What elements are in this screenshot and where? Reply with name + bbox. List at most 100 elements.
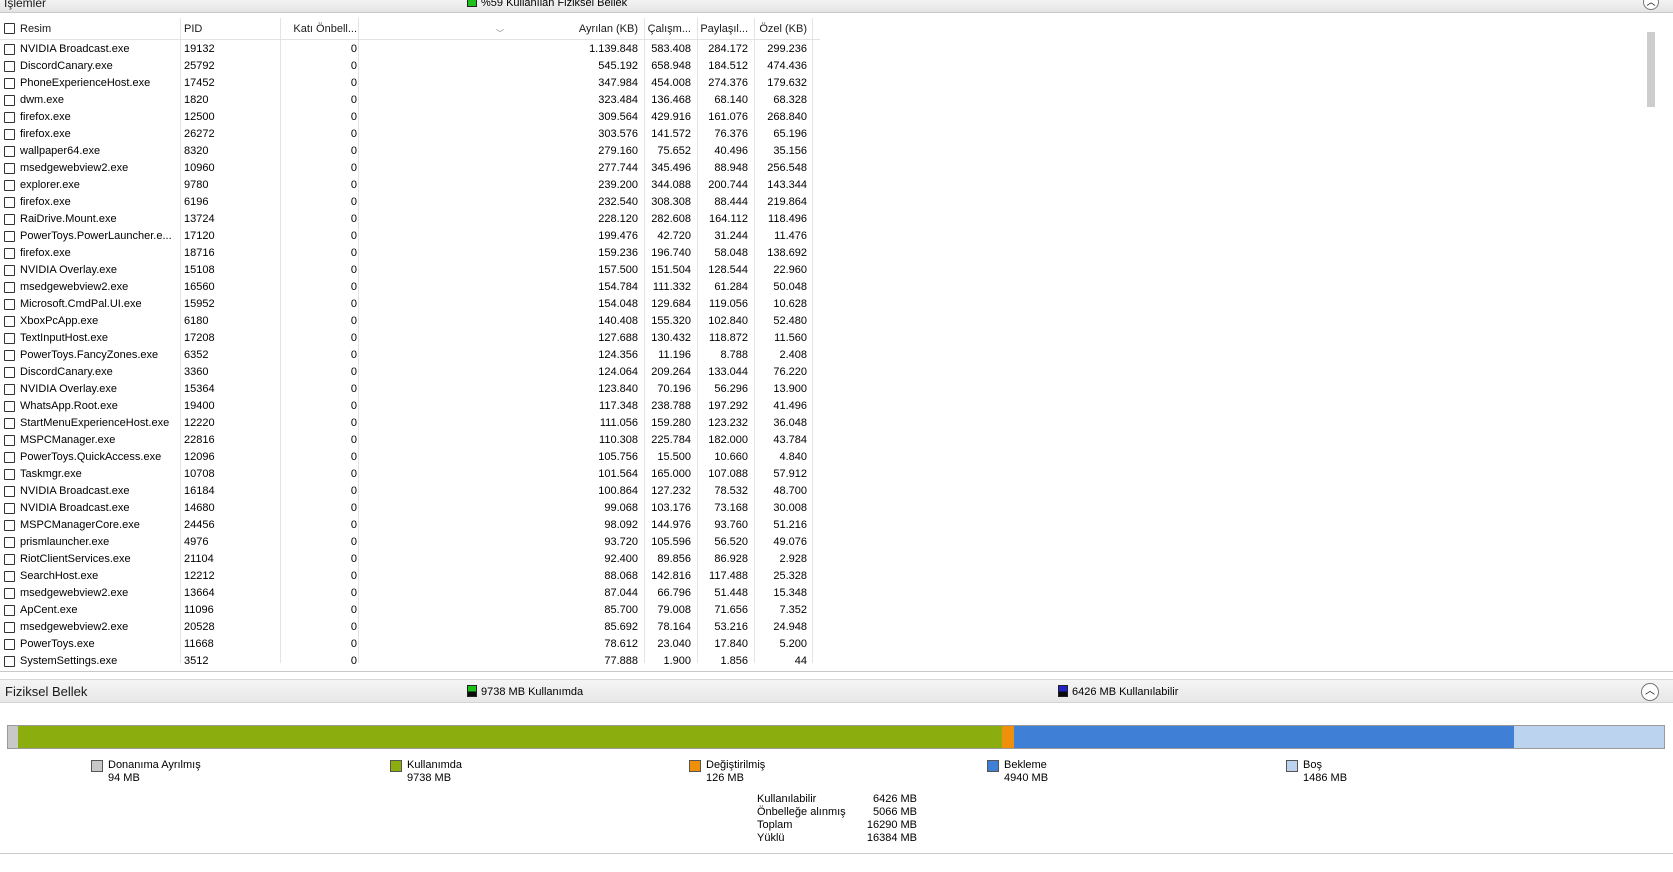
table-row[interactable]: firefox.exe 18716 0 159.236 196.740 58.048 138…: [0, 245, 820, 262]
table-row[interactable]: PowerToys.PowerLauncher.e... 17120 0 199.47…: [0, 228, 820, 245]
row-checkbox[interactable]: [4, 452, 15, 463]
table-row[interactable]: DiscordCanary.exe 3360 0 124.064 209.264 133.…: [0, 364, 820, 381]
table-row[interactable]: msedgewebview2.exe 20528 0 85.692 78.164 53.2…: [0, 619, 820, 636]
process-private-kb: 51.216: [773, 519, 807, 531]
collapse-processes-icon[interactable]: ︿: [1643, 0, 1659, 10]
column-header-pid[interactable]: PID: [184, 18, 280, 40]
row-checkbox[interactable]: [4, 401, 15, 412]
table-row[interactable]: msedgewebview2.exe 10960 0 277.744 345.496 88…: [0, 160, 820, 177]
table-row[interactable]: DiscordCanary.exe 25792 0 545.192 658.948 184…: [0, 58, 820, 75]
row-checkbox[interactable]: [4, 486, 15, 497]
row-checkbox[interactable]: [4, 197, 15, 208]
table-row[interactable]: prismlauncher.exe 4976 0 93.720 105.596 56.52…: [0, 534, 820, 551]
row-checkbox[interactable]: [4, 384, 15, 395]
process-hard-faults: 0: [350, 502, 357, 514]
row-checkbox[interactable]: [4, 350, 15, 361]
process-image-name: ApCent.exe: [20, 604, 78, 616]
row-checkbox[interactable]: [4, 61, 15, 72]
table-row[interactable]: PowerToys.exe 11668 0 78.612 23.040 17.840 5.2…: [0, 636, 820, 653]
row-checkbox[interactable]: [4, 231, 15, 242]
process-working-set: 70.196: [657, 383, 691, 395]
row-checkbox[interactable]: [4, 605, 15, 616]
process-working-set: 238.788: [651, 400, 691, 412]
table-row[interactable]: PhoneExperienceHost.exe 17452 0 347.984 454.…: [0, 75, 820, 92]
table-row[interactable]: NVIDIA Broadcast.exe 16184 0 100.864 127.232…: [0, 483, 820, 500]
table-row[interactable]: firefox.exe 26272 0 303.576 141.572 76.376 65.…: [0, 126, 820, 143]
table-row[interactable]: dwm.exe 1820 0 323.484 136.468 68.140 68.328: [0, 92, 820, 109]
row-checkbox[interactable]: [4, 537, 15, 548]
vertical-scrollbar-thumb[interactable]: [1647, 32, 1655, 107]
table-row[interactable]: SearchHost.exe 12212 0 88.068 142.816 117.488…: [0, 568, 820, 585]
row-checkbox[interactable]: [4, 44, 15, 55]
row-checkbox[interactable]: [4, 469, 15, 480]
column-header-commit[interactable]: Ayrılan (KB): [560, 18, 638, 40]
row-checkbox[interactable]: [4, 656, 15, 667]
process-private-kb: 474.436: [767, 60, 807, 72]
table-row[interactable]: NVIDIA Overlay.exe 15364 0 123.840 70.196 56.…: [0, 381, 820, 398]
column-header-image[interactable]: Resim: [20, 18, 176, 40]
processes-section-header[interactable]: İşlemler %59 Kullanılan Fiziksel Bellek …: [0, 0, 1673, 13]
table-row[interactable]: PowerToys.QuickAccess.exe 12096 0 105.756 15…: [0, 449, 820, 466]
process-shareable: 86.928: [714, 553, 748, 565]
process-commit-kb: 78.612: [604, 638, 638, 650]
physical-memory-section-header[interactable]: Fiziksel Bellek 9738 MB Kullanımda 6426 …: [0, 679, 1673, 703]
table-row[interactable]: TextInputHost.exe 17208 0 127.688 130.432 118…: [0, 330, 820, 347]
column-header-working-set[interactable]: Çalışm...: [646, 18, 691, 40]
collapse-memory-icon[interactable]: ︿: [1641, 683, 1659, 701]
column-header-private[interactable]: Özel (KB): [756, 18, 807, 40]
table-row[interactable]: RiotClientServices.exe 21104 0 92.400 89.856…: [0, 551, 820, 568]
process-shareable: 200.744: [708, 179, 748, 191]
column-header-hard-faults[interactable]: Katı Önbell...: [282, 18, 357, 40]
table-row[interactable]: MSPCManagerCore.exe 24456 0 98.092 144.976 93…: [0, 517, 820, 534]
column-header-shareable[interactable]: Paylaşıl...: [700, 18, 748, 40]
table-row[interactable]: explorer.exe 9780 0 239.200 344.088 200.744 14…: [0, 177, 820, 194]
table-row[interactable]: msedgewebview2.exe 16560 0 154.784 111.332 61…: [0, 279, 820, 296]
table-row[interactable]: WhatsApp.Root.exe 19400 0 117.348 238.788 197…: [0, 398, 820, 415]
table-row[interactable]: StartMenuExperienceHost.exe 12220 0 111.056…: [0, 415, 820, 432]
process-image-name: WhatsApp.Root.exe: [20, 400, 118, 412]
row-checkbox[interactable]: [4, 146, 15, 157]
table-row[interactable]: PowerToys.FancyZones.exe 6352 0 124.356 11.1…: [0, 347, 820, 364]
row-checkbox[interactable]: [4, 248, 15, 259]
table-row[interactable]: ApCent.exe 11096 0 85.700 79.008 71.656 7.352: [0, 602, 820, 619]
table-row[interactable]: XboxPcApp.exe 6180 0 140.408 155.320 102.840 5…: [0, 313, 820, 330]
table-row[interactable]: firefox.exe 12500 0 309.564 429.916 161.076 26…: [0, 109, 820, 126]
table-row[interactable]: msedgewebview2.exe 13664 0 87.044 66.796 51.4…: [0, 585, 820, 602]
row-checkbox[interactable]: [4, 299, 15, 310]
row-checkbox[interactable]: [4, 180, 15, 191]
row-checkbox[interactable]: [4, 316, 15, 327]
row-checkbox[interactable]: [4, 571, 15, 582]
row-checkbox[interactable]: [4, 333, 15, 344]
row-checkbox[interactable]: [4, 265, 15, 276]
select-all-checkbox[interactable]: [4, 23, 15, 34]
table-row[interactable]: SystemSettings.exe 3512 0 77.888 1.900 1.856 4…: [0, 653, 820, 670]
table-row[interactable]: Microsoft.CmdPal.UI.exe 15952 0 154.048 129.…: [0, 296, 820, 313]
table-row[interactable]: RaiDrive.Mount.exe 13724 0 228.120 282.608 16…: [0, 211, 820, 228]
table-row[interactable]: MSPCManager.exe 22816 0 110.308 225.784 182.0…: [0, 432, 820, 449]
table-row[interactable]: NVIDIA Broadcast.exe 19132 0 1.139.848 583.4…: [0, 41, 820, 58]
process-commit-kb: 77.888: [604, 655, 638, 667]
row-checkbox[interactable]: [4, 435, 15, 446]
table-row[interactable]: NVIDIA Broadcast.exe 14680 0 99.068 103.176 7…: [0, 500, 820, 517]
row-checkbox[interactable]: [4, 639, 15, 650]
row-checkbox[interactable]: [4, 78, 15, 89]
row-checkbox[interactable]: [4, 163, 15, 174]
row-checkbox[interactable]: [4, 418, 15, 429]
row-checkbox[interactable]: [4, 129, 15, 140]
row-checkbox[interactable]: [4, 554, 15, 565]
process-working-set: 15.500: [657, 451, 691, 463]
row-checkbox[interactable]: [4, 95, 15, 106]
table-row[interactable]: wallpaper64.exe 8320 0 279.160 75.652 40.496 3…: [0, 143, 820, 160]
process-private-kb: 5.200: [779, 638, 807, 650]
table-row[interactable]: firefox.exe 6196 0 232.540 308.308 88.444 219.…: [0, 194, 820, 211]
row-checkbox[interactable]: [4, 622, 15, 633]
row-checkbox[interactable]: [4, 214, 15, 225]
table-row[interactable]: NVIDIA Overlay.exe 15108 0 157.500 151.504 12…: [0, 262, 820, 279]
row-checkbox[interactable]: [4, 367, 15, 378]
row-checkbox[interactable]: [4, 503, 15, 514]
row-checkbox[interactable]: [4, 520, 15, 531]
row-checkbox[interactable]: [4, 282, 15, 293]
table-row[interactable]: Taskmgr.exe 10708 0 101.564 165.000 107.088 57…: [0, 466, 820, 483]
row-checkbox[interactable]: [4, 588, 15, 599]
row-checkbox[interactable]: [4, 112, 15, 123]
